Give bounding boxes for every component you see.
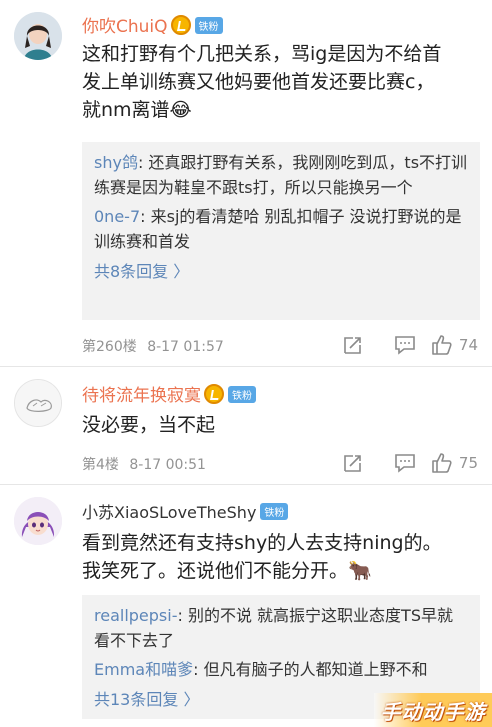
avatar[interactable]: [14, 379, 62, 427]
comment-line: 没必要，当不起: [82, 414, 216, 436]
like-count: 75: [458, 454, 478, 472]
comment-1: 你吹ChuiQ 铁粉 这和打野有个几把关系，骂ig是因为不给首 发上单训练赛又他妈…: [0, 0, 492, 366]
thumbs-up-icon: [432, 335, 452, 355]
like-button[interactable]: 74: [431, 334, 478, 356]
fan-badge: 铁粉: [260, 503, 289, 520]
reply-item[interactable]: shy鸽: 还真跟打野有关系，我刚刚吃到瓜，ts不打训练赛是因为鞋皇不跟ts打，…: [94, 150, 468, 200]
timestamp: 8-17 01:57: [147, 339, 224, 355]
comment-3: 小苏XiaoSLoveTheShy 铁粉 看到竟然还有支持shy的人去支持ning…: [0, 485, 492, 727]
comment-text: 这和打野有个几把关系，骂ig是因为不给首 发上单训练赛又他妈要他首发还要比赛c，…: [82, 40, 482, 124]
watermark: 手动动手游: [374, 693, 492, 727]
reply-username[interactable]: shy鸽: [94, 153, 138, 172]
thumbs-up-icon: [432, 453, 452, 473]
timestamp: 8-17 00:51: [129, 457, 206, 473]
comment-2: 待将流年换寂寞 铁粉 没必要，当不起 第4楼 8-17 00:51 75: [0, 367, 492, 484]
comment-line: 就nm离谱😂: [82, 99, 192, 121]
reply-box: shy鸽: 还真跟打野有关系，我刚刚吃到瓜，ts不打训练赛是因为鞋皇不跟ts打，…: [82, 142, 480, 320]
watermark-text: 手动动手游: [380, 699, 486, 724]
username[interactable]: 你吹ChuiQ 铁粉: [82, 12, 223, 37]
floor-number: 第4楼: [82, 457, 119, 473]
comment-text: 看到竟然还有支持shy的人去支持ning的。 我笑死了。还说他们不能分开。🐂: [82, 529, 482, 585]
comment-line: 我笑死了。还说他们不能分开。🐂: [82, 560, 372, 582]
username-text[interactable]: 待将流年换寂寞: [82, 386, 201, 406]
comment-actions: 74: [327, 333, 478, 357]
vip-badge-icon: [170, 15, 191, 35]
comment-actions: 75: [327, 451, 478, 475]
share-icon: [344, 455, 361, 472]
reply-text: : 但凡有脑子的人都知道上野不和: [193, 660, 428, 679]
reply-text: : 还真跟打野有关系，我刚刚吃到瓜，ts不打训练赛是因为鞋皇不跟ts打，所以只能…: [94, 153, 468, 197]
comment-line: 看到竟然还有支持shy的人去支持ning的。: [82, 532, 442, 554]
comment-text: 没必要，当不起: [82, 411, 482, 439]
username-text[interactable]: 你吹ChuiQ: [82, 17, 168, 37]
reply-item[interactable]: 0ne-7: 来sj的看清楚哈 别乱扣帽子 没说打野说的是训练赛和首发: [94, 204, 468, 254]
share-button[interactable]: [327, 451, 379, 475]
share-button[interactable]: [327, 333, 379, 357]
reply-button[interactable]: [379, 333, 431, 357]
username-text[interactable]: 小苏XiaoSLoveTheShy: [82, 503, 256, 522]
username[interactable]: 待将流年换寂寞 铁粉: [82, 381, 256, 406]
comment-line: 这和打野有个几把关系，骂ig是因为不给首: [82, 43, 442, 65]
like-button[interactable]: 75: [431, 452, 478, 474]
fan-badge: 铁粉: [194, 16, 223, 34]
comment-icon: [395, 454, 415, 473]
reply-username[interactable]: 0ne-7: [94, 207, 140, 226]
fan-badge: 铁粉: [228, 385, 256, 403]
avatar[interactable]: [14, 12, 62, 60]
reply-username[interactable]: Emma和喵爹: [94, 660, 193, 679]
username[interactable]: 小苏XiaoSLoveTheShy 铁粉: [82, 499, 289, 523]
comment-icon: [395, 336, 415, 355]
reply-item[interactable]: Emma和喵爹: 但凡有脑子的人都知道上野不和: [94, 657, 468, 682]
avatar[interactable]: [14, 497, 62, 545]
comment-line: 发上单训练赛又他妈要他首发还要比赛c，: [82, 71, 435, 93]
like-count: 74: [458, 336, 478, 354]
reply-username[interactable]: reallpepsi-: [94, 606, 177, 625]
share-icon: [344, 337, 361, 354]
vip-badge-icon: [204, 384, 224, 404]
more-replies-link[interactable]: 共8条回复 〉: [94, 258, 468, 286]
floor-number: 第260楼: [82, 339, 137, 355]
comment-meta: 第4楼 8-17 00:51: [82, 454, 206, 474]
comment-meta: 第260楼 8-17 01:57: [82, 336, 224, 356]
reply-text: : 来sj的看清楚哈 别乱扣帽子 没说打野说的是训练赛和首发: [94, 207, 462, 251]
reply-button[interactable]: [379, 451, 431, 475]
reply-item[interactable]: reallpepsi-: 别的不说 就高振宁这职业态度TS早就看不下去了: [94, 603, 468, 653]
